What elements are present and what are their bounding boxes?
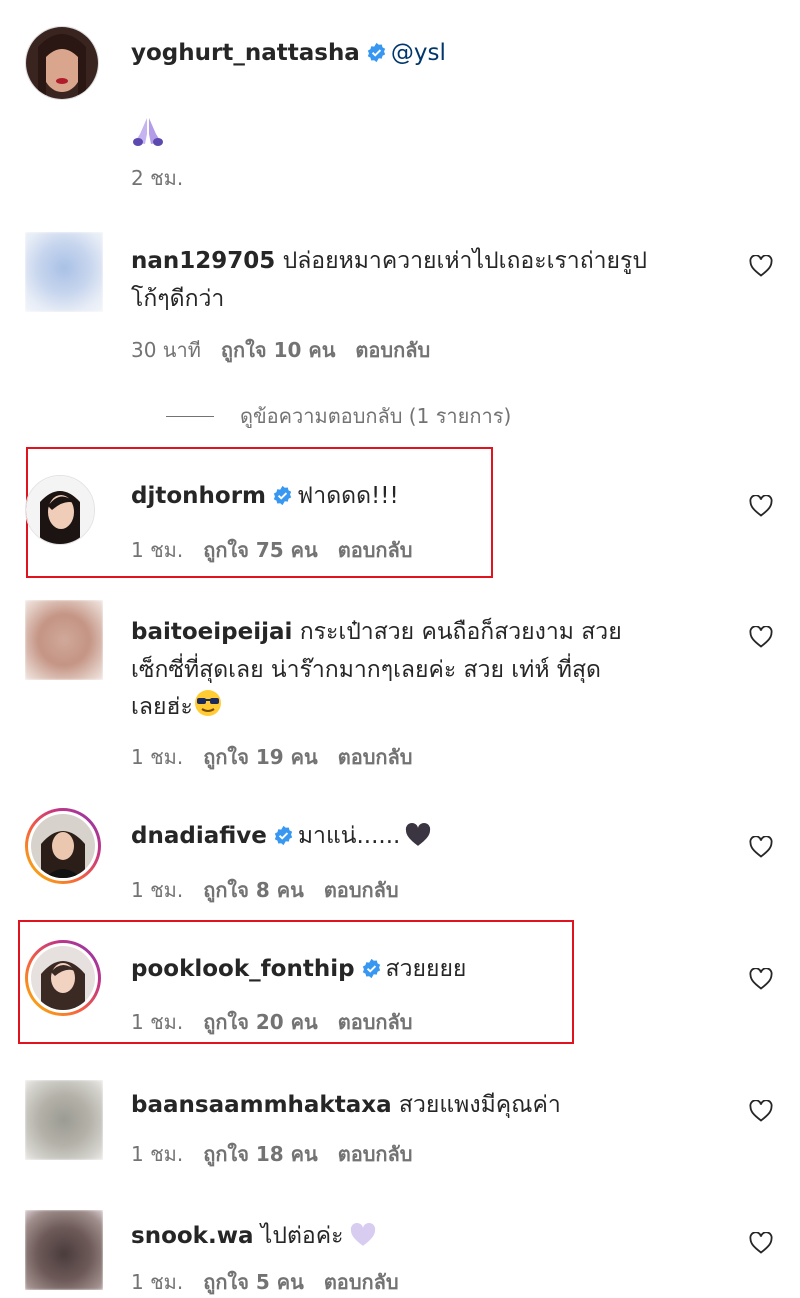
comment-username[interactable]: snook.wa xyxy=(131,1223,253,1249)
comment-text-cont: โก้ๆดีกว่า xyxy=(131,286,225,312)
sunglasses-emoji xyxy=(194,690,221,716)
avatar-story-ring[interactable] xyxy=(25,940,101,1016)
comment-time: 1 ชม. xyxy=(131,1010,184,1034)
comment-time: 1 ชม. xyxy=(131,1270,184,1294)
comment-text: กระเป๋าสวย คนถือก็สวยงาม สวย xyxy=(299,619,622,645)
comment-time: 2 ชม. xyxy=(131,166,184,190)
reply-button[interactable]: ตอบกลับ xyxy=(338,538,413,562)
comment-text-cont: เลยฮ่ะ xyxy=(131,694,193,720)
heart-icon[interactable] xyxy=(749,495,773,517)
likes-count[interactable]: ถูกใจ 18 คน xyxy=(203,1142,318,1166)
black-heart-emoji xyxy=(406,823,431,846)
praying-hands-emoji xyxy=(131,116,165,150)
comment-username[interactable]: djtonhorm xyxy=(131,483,266,509)
comment-time: 1 ชม. xyxy=(131,878,184,902)
view-replies-label: ดูข้อความตอบกลับ (1 รายการ) xyxy=(240,404,512,428)
likes-count[interactable]: ถูกใจ 19 คน xyxy=(203,745,318,769)
comment-username[interactable]: baitoeipeijai xyxy=(131,619,292,645)
avatar-story-ring[interactable] xyxy=(25,808,101,884)
verified-badge-icon xyxy=(367,42,386,63)
avatar[interactable] xyxy=(25,1210,103,1290)
comment-username[interactable]: pooklook_fonthip xyxy=(131,956,355,982)
comment-text: มาแน่...... xyxy=(297,823,401,849)
likes-count[interactable]: ถูกใจ 10 คน xyxy=(221,338,336,362)
comment-time: 1 ชม. xyxy=(131,1142,184,1166)
comment-username[interactable]: dnadiafive xyxy=(131,823,267,849)
comment-time: 30 นาที xyxy=(131,338,201,362)
comment-text: ไปต่อค่ะ xyxy=(260,1223,344,1249)
comment-time: 1 ชม. xyxy=(131,745,184,769)
comment-username[interactable]: yoghurt_nattasha xyxy=(131,40,360,66)
comment-text: สวยยยย xyxy=(385,956,467,982)
verified-badge-icon xyxy=(362,958,380,979)
likes-count[interactable]: ถูกใจ 75 คน xyxy=(203,538,318,562)
avatar[interactable] xyxy=(25,232,103,312)
avatar[interactable] xyxy=(25,600,103,680)
comment-username[interactable]: baansaammhaktaxa xyxy=(131,1092,392,1118)
avatar[interactable] xyxy=(25,475,95,545)
comment-text: สวยแพงมีคุณค่า xyxy=(398,1092,561,1118)
reply-button[interactable]: ตอบกลับ xyxy=(355,338,430,362)
likes-count[interactable]: ถูกใจ 5 คน xyxy=(203,1270,304,1294)
divider-line xyxy=(166,415,214,417)
heart-icon[interactable] xyxy=(749,968,773,990)
lavender-heart-emoji xyxy=(351,1223,376,1246)
comment-text-cont: เซ็กซี่ที่สุดเลย น่าร๊ากมากๆเลยค่ะ สวย เ… xyxy=(131,657,601,683)
reply-button[interactable]: ตอบกลับ xyxy=(338,1142,413,1166)
mention-link[interactable]: @ysl xyxy=(391,40,446,66)
view-replies-button[interactable]: ดูข้อความตอบกลับ (1 รายการ) xyxy=(166,400,511,432)
verified-badge-icon xyxy=(274,825,293,846)
likes-count[interactable]: ถูกใจ 8 คน xyxy=(203,878,304,902)
reply-button[interactable]: ตอบกลับ xyxy=(338,745,413,769)
comment-username[interactable]: nan129705 xyxy=(131,248,275,274)
heart-icon[interactable] xyxy=(749,255,773,277)
avatar[interactable] xyxy=(25,1080,103,1160)
likes-count[interactable]: ถูกใจ 20 คน xyxy=(203,1010,318,1034)
reply-button[interactable]: ตอบกลับ xyxy=(338,1010,413,1034)
comment-text: ฟาดดด!!! xyxy=(297,483,399,509)
avatar[interactable] xyxy=(25,26,99,100)
heart-icon[interactable] xyxy=(749,1232,773,1254)
verified-badge-icon xyxy=(273,485,292,506)
heart-icon[interactable] xyxy=(749,1100,773,1122)
heart-icon[interactable] xyxy=(749,626,773,648)
reply-button[interactable]: ตอบกลับ xyxy=(324,1270,399,1294)
reply-button[interactable]: ตอบกลับ xyxy=(324,878,399,902)
comment-text: ปล่อยหมาควายเห่าไปเถอะเราถ่ายรูป xyxy=(282,248,647,274)
comment-time: 1 ชม. xyxy=(131,538,184,562)
heart-icon[interactable] xyxy=(749,836,773,858)
